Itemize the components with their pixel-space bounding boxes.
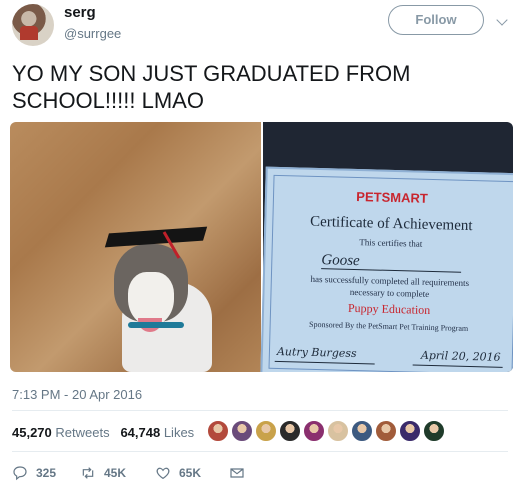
like-button[interactable]: 65K <box>155 462 201 484</box>
avatar[interactable] <box>12 4 54 46</box>
tweet-stats: 45,270 Retweets 64,748 Likes <box>12 425 194 440</box>
retweets-count[interactable]: 45,270 <box>12 425 52 440</box>
liker-avatar[interactable] <box>399 420 421 442</box>
tweet-text: YO MY SON JUST GRADUATED FROM SCHOOL!!!!… <box>12 61 411 113</box>
follow-button[interactable]: Follow <box>388 5 484 35</box>
retweet-button[interactable]: 45K <box>80 462 126 484</box>
liker-avatar[interactable] <box>207 420 229 442</box>
likes-count[interactable]: 64,748 <box>120 425 160 440</box>
certificate-photo[interactable]: PETSMART Certificate of Achievement This… <box>260 122 513 372</box>
liker-avatar[interactable] <box>327 420 349 442</box>
direct-message-button[interactable] <box>229 462 253 484</box>
reply-icon <box>13 466 27 481</box>
tweet-timestamp[interactable]: 7:13 PM - 20 Apr 2016 <box>12 387 142 402</box>
signature: Autry Burgess <box>276 344 357 361</box>
author-info: serg @surrgee <box>64 4 121 41</box>
dog-photo[interactable] <box>10 122 261 372</box>
retweet-count: 45K <box>104 466 127 480</box>
retweet-icon <box>82 467 94 479</box>
user-handle[interactable]: @surrgee <box>64 26 121 41</box>
chevron-down-icon[interactable] <box>496 14 508 26</box>
likes-label[interactable]: Likes <box>164 425 194 440</box>
heart-icon <box>156 467 170 480</box>
divider-bottom <box>12 451 508 452</box>
certificate-date: April 20, 2016 <box>420 348 501 364</box>
tweet-media[interactable]: PETSMART Certificate of Achievement This… <box>10 122 513 372</box>
liker-avatar[interactable] <box>255 420 277 442</box>
tweet-header: serg @surrgee Follow <box>12 4 508 48</box>
retweets-label[interactable]: Retweets <box>55 425 109 440</box>
liker-avatar[interactable] <box>423 420 445 442</box>
liker-avatar[interactable] <box>279 420 301 442</box>
certificate: PETSMART Certificate of Achievement This… <box>260 166 513 372</box>
liker-avatar[interactable] <box>303 420 325 442</box>
dog-collar <box>128 322 184 328</box>
like-count: 65K <box>179 466 202 480</box>
liker-avatar[interactable] <box>231 420 253 442</box>
divider-top <box>12 410 508 411</box>
reply-button[interactable]: 325 <box>12 462 56 484</box>
envelope-icon <box>230 468 244 478</box>
liker-avatar[interactable] <box>375 420 397 442</box>
liker-avatar[interactable] <box>351 420 373 442</box>
display-name[interactable]: serg <box>64 4 121 22</box>
reply-count: 325 <box>36 466 57 480</box>
